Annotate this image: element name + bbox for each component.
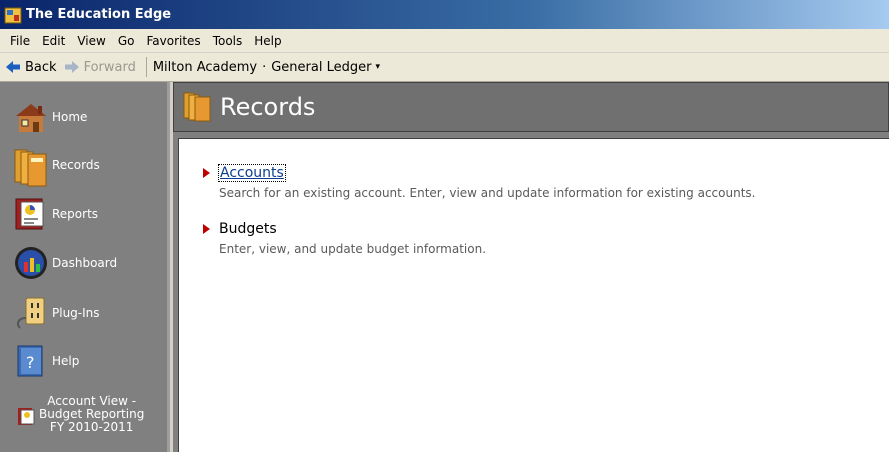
folders-icon — [12, 146, 50, 187]
forward-button[interactable]: Forward — [64, 59, 136, 75]
menu-tools[interactable]: Tools — [207, 34, 249, 48]
sidebar: Home Records Reports Dashboard Plug-Ins … — [0, 82, 170, 452]
sidebar-item-dashboard[interactable]: Dashboard — [12, 244, 117, 282]
report-book-icon — [17, 407, 37, 427]
menu-edit[interactable]: Edit — [36, 34, 71, 48]
expand-arrow-icon — [203, 224, 210, 234]
sidebar-item-label: Help — [52, 354, 80, 368]
education-edge-app-icon — [4, 6, 22, 24]
forward-arrow-icon — [64, 61, 79, 73]
content-area: Accounts Search for an existing account.… — [173, 132, 889, 452]
breadcrumb-school: Milton Academy — [152, 59, 258, 75]
menu-view[interactable]: View — [71, 34, 111, 48]
back-arrow-icon — [6, 61, 20, 73]
sidebar-item-label: Plug-Ins — [52, 306, 100, 320]
expand-arrow-icon — [203, 168, 210, 178]
menu-bar: File Edit View Go Favorites Tools Help — [0, 29, 889, 53]
menu-go[interactable]: Go — [112, 34, 141, 48]
list-item-budgets: Budgets Enter, view, and update budget i… — [203, 221, 486, 256]
back-button[interactable]: Back — [6, 60, 57, 75]
sidebar-item-home[interactable]: Home — [12, 98, 87, 136]
records-folder-icon — [182, 90, 212, 125]
sidebar-shortcut-label: Account View - Budget Reporting FY 2010-… — [39, 395, 144, 434]
page-header: Records — [173, 82, 889, 132]
sidebar-item-help[interactable]: ? Help — [12, 342, 79, 380]
page-title: Records — [220, 93, 316, 121]
window-title: The Education Edge — [26, 7, 172, 22]
sidebar-item-label: Home — [52, 110, 88, 124]
menu-file[interactable]: File — [4, 34, 36, 48]
shortcut-line-2: Budget Reporting — [39, 407, 145, 421]
sidebar-item-label: Reports — [52, 207, 99, 221]
sidebar-item-reports[interactable]: Reports — [12, 195, 98, 233]
breadcrumb[interactable]: Milton Academy · General Ledger ▾ — [153, 60, 380, 75]
breadcrumb-separator: · — [262, 59, 267, 75]
report-book-icon — [12, 195, 50, 233]
back-label: Back — [25, 59, 57, 75]
accounts-link[interactable]: Accounts — [218, 164, 286, 182]
forward-label: Forward — [83, 59, 136, 75]
plug-icon — [12, 294, 50, 332]
content-panel: Accounts Search for an existing account.… — [178, 138, 889, 452]
nav-separator — [145, 57, 147, 77]
sidebar-shortcut-account-view[interactable]: Account View - Budget Reporting FY 2010-… — [17, 393, 144, 434]
budgets-link[interactable]: Budgets — [219, 221, 277, 237]
sidebar-item-label: Dashboard — [52, 256, 118, 270]
menu-favorites[interactable]: Favorites — [140, 34, 206, 48]
sidebar-item-label: Records — [52, 158, 100, 172]
help-book-icon: ? — [12, 342, 50, 380]
shortcut-line-3: FY 2010-2011 — [49, 420, 134, 434]
navigation-bar: Back Forward Milton Academy · General Le… — [0, 53, 889, 82]
sidebar-item-records[interactable]: Records — [12, 146, 100, 187]
menu-help[interactable]: Help — [248, 34, 287, 48]
svg-text:?: ? — [26, 353, 35, 372]
title-bar: The Education Edge — [0, 0, 889, 29]
sidebar-item-plug-ins[interactable]: Plug-Ins — [12, 294, 100, 332]
dashboard-globe-icon — [12, 244, 50, 282]
accounts-description: Search for an existing account. Enter, v… — [219, 186, 756, 200]
chevron-down-icon[interactable]: ▾ — [375, 62, 380, 72]
shortcut-line-1: Account View - — [47, 394, 137, 408]
list-item-accounts: Accounts Search for an existing account.… — [203, 164, 756, 200]
budgets-description: Enter, view, and update budget informati… — [219, 242, 487, 256]
house-icon — [12, 98, 50, 136]
breadcrumb-module: General Ledger — [271, 59, 372, 75]
